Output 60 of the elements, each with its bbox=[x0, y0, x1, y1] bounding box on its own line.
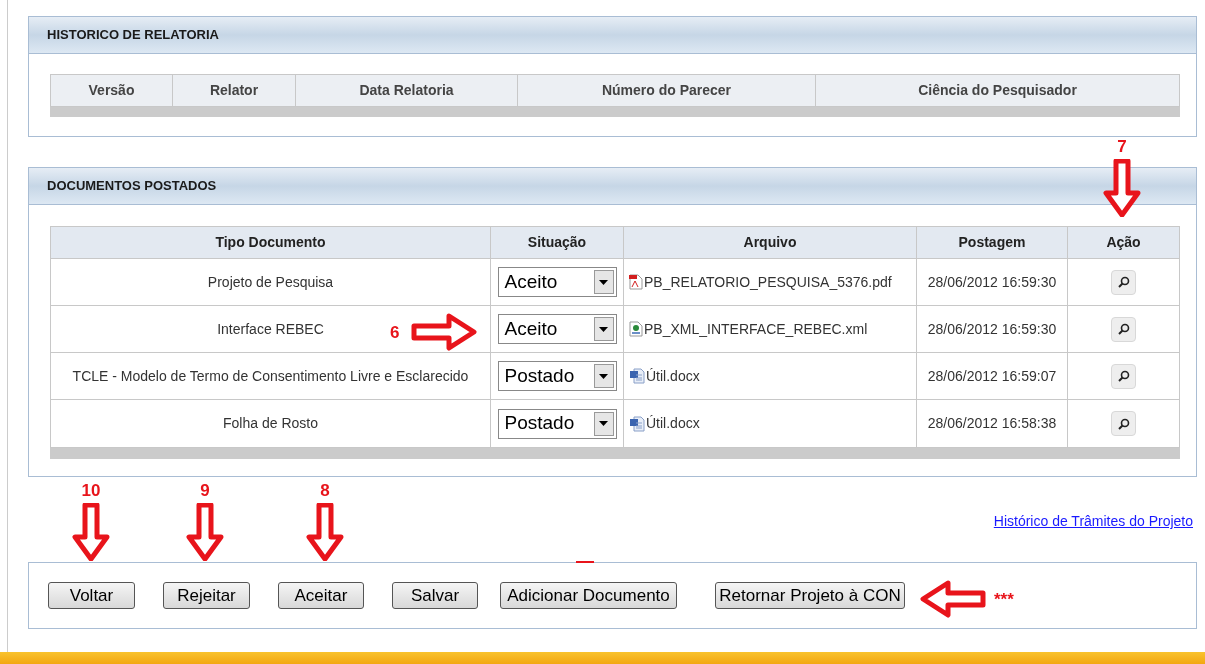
action-button[interactable]: Voltar bbox=[48, 582, 135, 609]
column-header: Tipo Documento bbox=[51, 227, 491, 258]
column-header: Postagem bbox=[917, 227, 1068, 258]
status-dropdown[interactable]: Aceito bbox=[497, 314, 617, 344]
search-button[interactable] bbox=[1111, 316, 1136, 342]
search-button[interactable] bbox=[1111, 411, 1136, 436]
annotation-number: *** bbox=[994, 590, 1014, 608]
action-button[interactable]: Aceitar bbox=[278, 582, 364, 609]
file-link[interactable]: Útil.docx bbox=[646, 413, 700, 434]
annotation-number: 9 bbox=[200, 482, 210, 499]
search-icon bbox=[1117, 417, 1130, 430]
dash-mark bbox=[576, 561, 594, 563]
status-dropdown[interactable]: Postado bbox=[497, 361, 617, 391]
xml-file-icon bbox=[629, 321, 643, 337]
column-header: Versão bbox=[51, 75, 173, 106]
status-dropdown[interactable]: Postado bbox=[497, 408, 617, 439]
column-header: Ação bbox=[1105, 233, 1142, 252]
left-arrow-icon bbox=[920, 580, 986, 618]
word-file-icon bbox=[629, 415, 645, 432]
down-arrow-icon bbox=[72, 503, 110, 561]
column-header: Arquivo bbox=[624, 227, 917, 258]
file-link[interactable]: PB_XML_INTERFACE_REBEC.xml bbox=[644, 318, 868, 340]
table-cell-text: Folha de Rosto bbox=[223, 414, 318, 433]
table-cell-text: Interface REBEC bbox=[217, 319, 324, 339]
column-header: Data Relatoria bbox=[296, 75, 518, 106]
table-cell-text: Projeto de Pesquisa bbox=[207, 272, 334, 292]
search-icon bbox=[1117, 276, 1130, 288]
history-link[interactable]: Histórico de Trâmites do Projeto bbox=[993, 511, 1193, 532]
table-cell-text: 28/06/2012 16:58:38 bbox=[927, 414, 1057, 433]
panel-title: DOCUMENTOS POSTADOS bbox=[47, 177, 217, 196]
panel-title: HISTORICO DE RELATORIA bbox=[47, 26, 219, 45]
table-cell-text: TCLE - Modelo de Termo de Consentimento Livre e Esclarecido bbox=[72, 366, 469, 386]
search-icon bbox=[1117, 370, 1130, 382]
table-cell-text: 28/06/2012 16:59:30 bbox=[927, 319, 1057, 339]
word-file-icon bbox=[629, 368, 645, 384]
annotation-number: 6 bbox=[390, 323, 400, 341]
table-cell-text: 28/06/2012 16:59:07 bbox=[927, 366, 1057, 386]
column-header: Situação bbox=[491, 227, 624, 258]
down-arrow-icon bbox=[186, 503, 224, 561]
column-header: Relator bbox=[173, 75, 296, 106]
action-button[interactable]: Adicionar Documento bbox=[500, 582, 677, 609]
down-arrow-icon bbox=[306, 503, 344, 561]
search-button[interactable] bbox=[1111, 363, 1136, 389]
column-header: Ciência do Pesquisador bbox=[917, 81, 1078, 100]
action-button[interactable]: Retornar Projeto à CON bbox=[715, 582, 905, 609]
annotation-number: 10 bbox=[81, 482, 101, 499]
file-link[interactable]: Útil.docx bbox=[646, 365, 700, 387]
annotation-number: 8 bbox=[320, 482, 330, 499]
action-button[interactable]: Salvar bbox=[392, 582, 478, 609]
file-link[interactable]: PB_RELATORIO_PESQUISA_5376.pdf bbox=[644, 271, 892, 293]
search-button[interactable] bbox=[1111, 269, 1136, 295]
column-header: Número do Parecer bbox=[518, 75, 816, 106]
annotation-number: 7 bbox=[1117, 138, 1127, 155]
table-cell-text: 28/06/2012 16:59:30 bbox=[927, 272, 1057, 292]
search-icon bbox=[1117, 323, 1130, 335]
action-button[interactable]: Rejeitar bbox=[163, 582, 250, 609]
pdf-file-icon bbox=[629, 274, 643, 290]
right-arrow-icon bbox=[411, 313, 478, 351]
down-arrow-icon bbox=[1103, 159, 1141, 217]
status-dropdown[interactable]: Aceito bbox=[497, 267, 617, 297]
